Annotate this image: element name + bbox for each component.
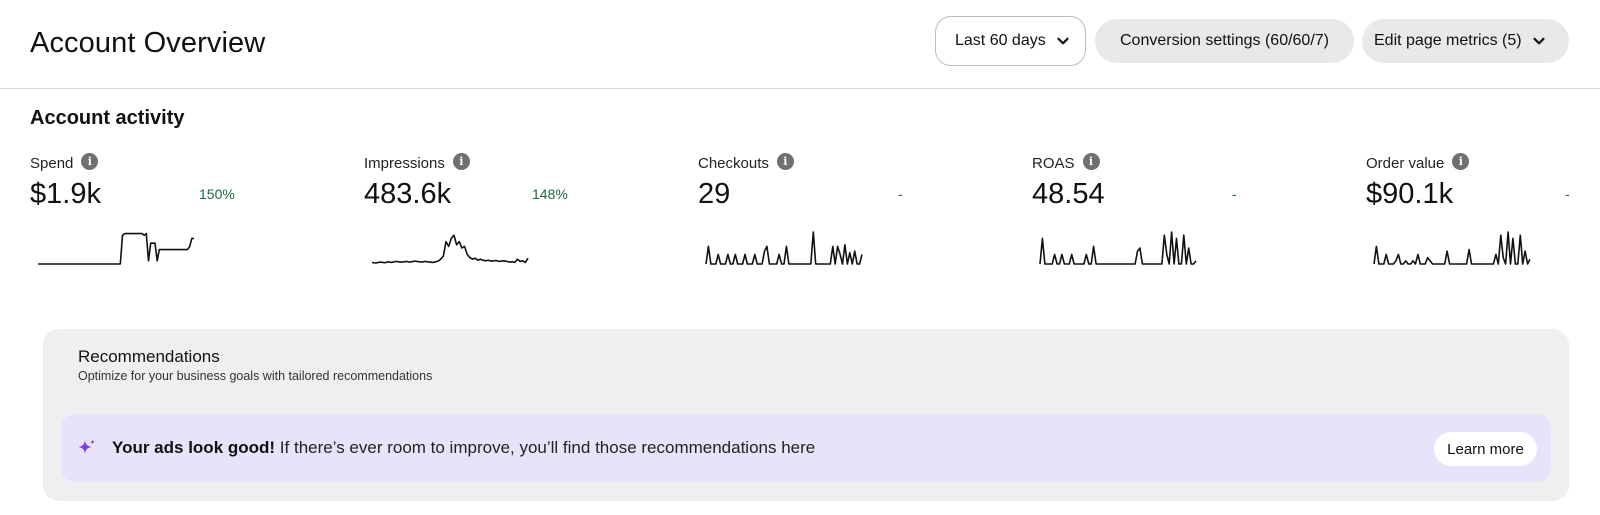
sparkle-icon	[78, 439, 95, 454]
metric-label: ROAS	[1032, 155, 1075, 172]
info-icon[interactable]: i	[1082, 152, 1100, 170]
metric-delta: -	[898, 186, 903, 202]
sparkline-path	[371, 234, 529, 264]
metric-label-row: Checkouts i	[698, 152, 794, 176]
recommendations-card: Recommendations Optimize for your busine…	[43, 329, 1569, 501]
metric-card-checkouts[interactable]: Checkouts i 29 -	[698, 152, 1028, 282]
page-header: Account Overview Last 60 days Conversion…	[0, 0, 1600, 89]
metric-value: 29	[698, 178, 731, 210]
sparkline-path	[1039, 231, 1197, 265]
banner-bold-text: Your ads look good!	[112, 438, 276, 457]
metric-label: Impressions	[364, 155, 445, 172]
sparkline-path	[38, 232, 194, 265]
metric-card-spend[interactable]: Spend i $1.9k 150%	[30, 152, 360, 282]
metric-label-row: Spend i	[30, 152, 99, 176]
metric-value: 483.6k	[364, 178, 452, 210]
metric-card-roas[interactable]: ROAS i 48.54 -	[1032, 152, 1362, 282]
metric-label: Checkouts	[698, 155, 769, 172]
sparkline	[1039, 231, 1197, 265]
date-range-label: Last 60 days	[955, 32, 1046, 49]
sparkline	[705, 231, 863, 265]
banner-text: Your ads look good! If there’s ever room…	[112, 437, 815, 459]
metric-label-row: Order value i	[1366, 152, 1470, 176]
metric-delta: -	[1232, 186, 1237, 202]
metric-label: Spend	[30, 155, 74, 172]
account-activity-title: Account activity	[30, 107, 185, 129]
metric-label-row: Impressions i	[364, 152, 470, 176]
info-icon[interactable]: i	[81, 152, 99, 170]
sparkline	[371, 234, 529, 264]
recommendations-subtitle: Optimize for your business goals with ta…	[78, 369, 433, 383]
metric-value: 48.54	[1032, 178, 1105, 210]
sparkline-path	[1373, 231, 1531, 265]
edit-metrics-label: Edit page metrics (5)	[1374, 32, 1522, 49]
chevron-down-icon	[1533, 37, 1545, 45]
date-range-dropdown[interactable]: Last 60 days	[935, 16, 1086, 66]
conversion-settings-button[interactable]: Conversion settings (60/60/7)	[1095, 19, 1354, 63]
sparkline	[38, 232, 194, 265]
recommendations-title: Recommendations	[78, 347, 220, 366]
info-icon[interactable]: i	[776, 152, 794, 170]
info-icon[interactable]: i	[1452, 152, 1470, 170]
metric-delta: -	[1565, 186, 1570, 202]
metric-card-impressions[interactable]: Impressions i 483.6k 148%	[364, 152, 694, 282]
metric-label: Order value	[1366, 155, 1445, 172]
metric-value: $1.9k	[30, 178, 101, 210]
metric-delta: 150%	[199, 186, 235, 202]
page-title: Account Overview	[30, 27, 266, 59]
info-icon[interactable]: i	[452, 152, 470, 170]
metric-card-order-value[interactable]: Order value i $90.1k -	[1366, 152, 1600, 282]
metric-label-row: ROAS i	[1032, 152, 1100, 176]
recommendations-banner: Your ads look good! If there’s ever room…	[61, 414, 1551, 482]
sparkline-path	[705, 231, 863, 265]
learn-more-button[interactable]: Learn more	[1434, 432, 1537, 466]
metric-delta: 148%	[532, 186, 568, 202]
banner-message: If there’s ever room to improve, you’ll …	[275, 438, 816, 457]
chevron-down-icon	[1057, 37, 1069, 45]
metric-value: $90.1k	[1366, 178, 1454, 210]
conversion-settings-label: Conversion settings (60/60/7)	[1120, 32, 1329, 49]
sparkline	[1373, 231, 1531, 265]
edit-page-metrics-dropdown[interactable]: Edit page metrics (5)	[1362, 19, 1569, 63]
